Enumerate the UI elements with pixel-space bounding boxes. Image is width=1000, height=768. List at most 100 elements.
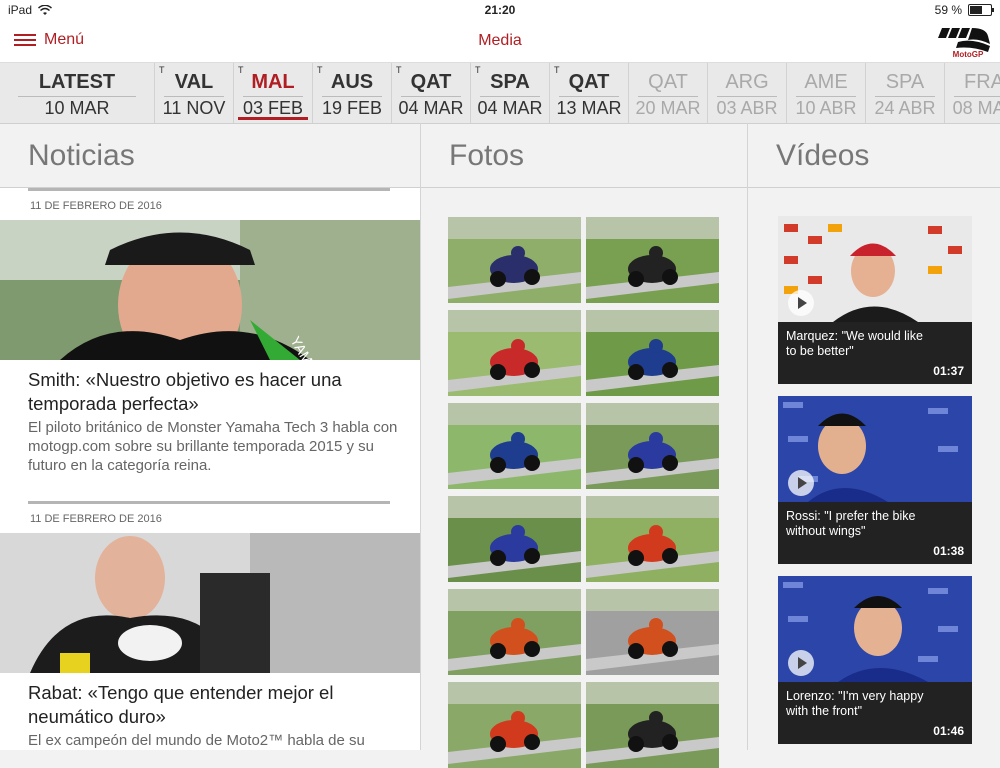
event-separator (954, 96, 1000, 97)
event-code: QAT (648, 71, 688, 93)
calendar-event[interactable]: FRA 08 MAY (945, 63, 1000, 123)
video-caption: Marquez: "We would like to be better" 01… (778, 322, 972, 384)
video-list[interactable]: Marquez: "We would like to be better" 01… (748, 188, 1000, 750)
hamburger-icon (14, 34, 36, 46)
event-date: 03 ABR (716, 98, 778, 118)
calendar-event[interactable]: T AUS 19 FEB (313, 63, 392, 123)
event-separator (322, 96, 382, 97)
photo-thumbnail[interactable] (448, 310, 581, 396)
event-code: SPA (490, 71, 530, 93)
active-indicator (238, 117, 308, 120)
event-separator (875, 96, 935, 97)
play-icon[interactable] (788, 650, 814, 676)
svg-text:MotoGP: MotoGP (953, 50, 984, 58)
news-column-header: Noticias (0, 123, 420, 188)
event-calendar-strip[interactable]: LATEST 10 MAR T VAL 11 NOV T MAL 03 FEB T AUS 19 F… (0, 63, 1000, 124)
event-separator (243, 96, 303, 97)
event-date: 03 FEB (242, 98, 304, 118)
calendar-event[interactable]: T QAT 04 MAR (392, 63, 471, 123)
videos-heading: Vídeos (776, 139, 870, 172)
menu-button[interactable]: Menú (14, 31, 84, 49)
calendar-event[interactable]: QAT 20 MAR (629, 63, 708, 123)
video-item[interactable]: Marquez: "We would like to be better" 01… (778, 216, 972, 384)
video-thumbnail[interactable] (778, 576, 972, 682)
news-item[interactable]: 11 DE FEBRERO DE 2016 Rabat: «Tengo que … (0, 501, 420, 750)
photo-thumbnail[interactable] (448, 682, 581, 768)
news-title[interactable]: Rabat: «Tengo que entender mejor el neum… (28, 681, 388, 729)
photo-thumbnail[interactable] (586, 403, 719, 489)
calendar-event[interactable]: T SPA 04 MAR (471, 63, 550, 123)
photo-thumbnail[interactable] (586, 310, 719, 396)
event-date: 04 MAR (398, 98, 464, 118)
play-icon[interactable] (788, 470, 814, 496)
event-code: AME (804, 71, 848, 93)
event-separator (164, 96, 224, 97)
news-list[interactable]: 11 DE FEBRERO DE 2016 YAMAHA Smith: «Nue… (0, 188, 420, 750)
event-code: FRA (964, 71, 1000, 93)
video-title: Rossi: "I prefer the bike without wings" (786, 509, 916, 538)
photo-thumbnail[interactable] (448, 589, 581, 675)
status-time: 21:20 (484, 3, 516, 17)
event-date: 04 MAR (477, 98, 543, 118)
event-date: 10 MAR (44, 98, 110, 118)
calendar-event[interactable]: ARG 03 ABR (708, 63, 787, 123)
event-code: SPA (885, 71, 925, 93)
battery-fill (970, 6, 982, 14)
video-item[interactable]: Lorenzo: "I'm very happy with the front"… (778, 576, 972, 744)
menu-label: Menú (44, 31, 85, 48)
battery-percent: 59 % (934, 3, 962, 17)
event-separator (796, 96, 856, 97)
event-date: 10 ABR (795, 98, 857, 118)
photos-column-header: Fotos (421, 123, 747, 188)
photo-thumbnail[interactable] (586, 589, 719, 675)
event-code: AUS (330, 71, 374, 93)
video-thumbnail[interactable] (778, 216, 972, 322)
photo-thumbnail[interactable] (448, 403, 581, 489)
event-separator (401, 96, 461, 97)
photo-thumbnail[interactable] (448, 217, 581, 303)
news-item[interactable]: 11 DE FEBRERO DE 2016 YAMAHA Smith: «Nue… (0, 188, 420, 498)
photo-thumbnail[interactable] (586, 682, 719, 768)
event-date: 11 NOV (162, 98, 226, 118)
status-bar: iPad 21:20 59 % (0, 0, 1000, 20)
news-heading: Noticias (28, 139, 135, 172)
photo-thumbnail[interactable] (586, 217, 719, 303)
video-duration: 01:37 (933, 364, 964, 378)
nav-bar: Menú Media MotoGP (0, 20, 1000, 63)
motogp-logo[interactable]: MotoGP (938, 24, 994, 58)
play-icon[interactable] (788, 290, 814, 316)
video-item[interactable]: Rossi: "I prefer the bike without wings"… (778, 396, 972, 564)
photo-thumbnail[interactable] (586, 496, 719, 582)
battery-icon (968, 4, 994, 16)
video-caption: Lorenzo: "I'm very happy with the front"… (778, 682, 972, 744)
event-separator (717, 96, 777, 97)
video-thumbnail[interactable] (778, 396, 972, 502)
event-date: 19 FEB (321, 98, 383, 118)
videos-column-header: Vídeos (748, 123, 1000, 188)
photo-grid[interactable] (421, 188, 747, 768)
event-separator (638, 96, 698, 97)
news-divider (28, 188, 390, 191)
status-right: 59 % (934, 3, 994, 17)
video-title: Marquez: "We would like to be better" (786, 329, 923, 358)
event-date: 08 MAY (952, 98, 1000, 118)
photo-thumbnail[interactable] (448, 496, 581, 582)
calendar-event[interactable]: AME 10 ABR (787, 63, 866, 123)
news-image[interactable]: YAMAHA (0, 220, 420, 360)
event-date: 24 ABR (874, 98, 936, 118)
event-separator (18, 96, 136, 97)
event-code: QAT (568, 71, 610, 93)
calendar-event[interactable]: T QAT 13 MAR (550, 63, 629, 123)
event-separator (480, 96, 540, 97)
calendar-event[interactable]: T VAL 11 NOV (155, 63, 234, 123)
news-date: 11 DE FEBRERO DE 2016 (30, 513, 162, 525)
event-date: 13 MAR (556, 98, 622, 118)
news-title[interactable]: Smith: «Nuestro objetivo es hacer una te… (28, 368, 388, 416)
news-image[interactable] (0, 533, 420, 673)
video-caption: Rossi: "I prefer the bike without wings"… (778, 502, 972, 564)
calendar-event[interactable]: LATEST 10 MAR (0, 63, 155, 123)
news-summary: El piloto británico de Monster Yamaha Te… (28, 419, 398, 474)
event-code: QAT (410, 71, 452, 93)
calendar-event[interactable]: T MAL 03 FEB (234, 63, 313, 123)
calendar-event[interactable]: SPA 24 ABR (866, 63, 945, 123)
